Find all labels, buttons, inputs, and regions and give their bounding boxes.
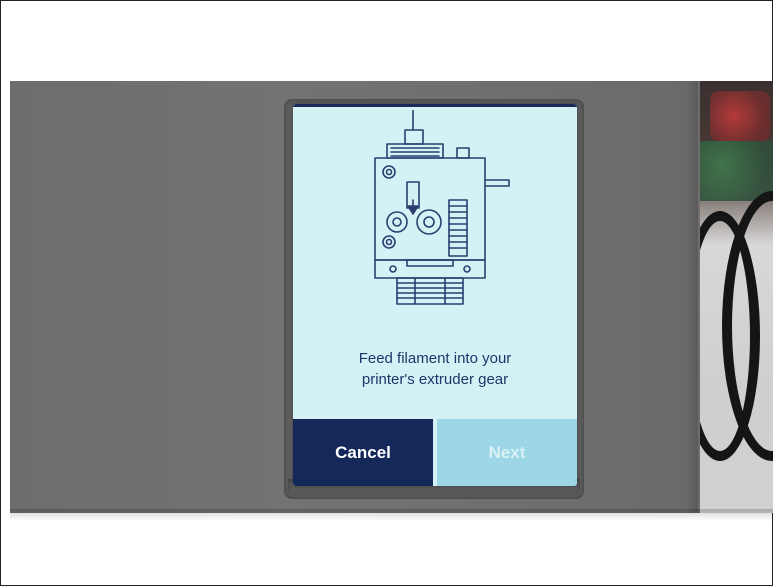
instruction-text: Feed filament into your printer's extrud… [293,348,577,390]
background-scene [700,81,773,513]
printer-panel-edge [686,81,698,513]
screen-top-bar [293,104,577,107]
photo-shadow [10,509,773,521]
background-green-part [700,141,773,201]
background-red-part [710,91,770,141]
touchscreen: Feed filament into your printer's extrud… [293,104,577,486]
instruction-line-1: Feed filament into your [358,350,512,367]
printer-photo: Feed filament into your printer's extrud… [10,81,773,513]
cancel-button[interactable]: Cancel [293,419,433,486]
instruction-line-2: printer's extruder gear [361,371,509,388]
next-button[interactable]: Next [437,419,577,486]
extruder-gear-icon [374,110,510,305]
image-frame: Feed filament into your printer's extrud… [0,0,773,586]
